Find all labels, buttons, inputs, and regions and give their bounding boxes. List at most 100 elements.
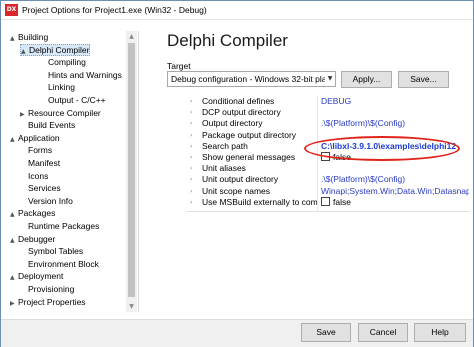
tree-item-label: Provisioning bbox=[28, 284, 75, 294]
property-name: Unit aliases bbox=[202, 163, 246, 174]
property-name: Use MSBuild externally to compile bbox=[202, 196, 318, 207]
tree-item-project-properties[interactable]: ▶ Project Properties bbox=[10, 296, 86, 308]
tree-item-delphi-compiler[interactable]: ▲ Delphi Compiler bbox=[20, 43, 91, 57]
expand-chevron-icon[interactable]: › bbox=[190, 118, 198, 129]
property-value[interactable]: .\$(Platform)\$(Config) bbox=[321, 174, 469, 185]
tree-item-packages[interactable]: ▲ Packages bbox=[10, 207, 55, 219]
property-value[interactable]: Winapi;System.Win;Data.Win;Datasnap bbox=[321, 186, 469, 197]
tree-item-provisioning[interactable]: Provisioning bbox=[20, 283, 74, 295]
tree-item-label: Environment Block bbox=[28, 258, 99, 269]
scroll-thumb[interactable] bbox=[128, 43, 135, 297]
tree-item-output-c-c[interactable]: Output - C/C++ bbox=[40, 94, 106, 106]
tree-item-label: Build Events bbox=[28, 120, 76, 131]
tree-item-label: Deployment bbox=[18, 271, 64, 282]
property-grid-bottom-border bbox=[186, 211, 469, 212]
tree-item-runtime-packages[interactable]: Runtime Packages bbox=[20, 220, 99, 232]
tree-item-hints-and-warnings[interactable]: Hints and Warnings bbox=[40, 69, 122, 81]
expand-chevron-icon[interactable]: › bbox=[190, 163, 198, 174]
property-value-text: false bbox=[333, 196, 351, 207]
expand-chevron-icon[interactable]: › bbox=[190, 152, 198, 163]
options-tree: ▲ Building ▲ Delphi Compiler Compiling Hints … bbox=[2, 31, 138, 312]
expand-chevron-icon[interactable]: › bbox=[190, 130, 198, 141]
property-row[interactable]: › Unit output directory .\$(Platform)\$(Co… bbox=[186, 174, 469, 185]
page-title: Delphi Compiler bbox=[167, 31, 288, 50]
property-value-text: .\$(Platform)\$(Config) bbox=[321, 174, 406, 185]
tree-item-label: Compiling bbox=[48, 57, 86, 68]
tree-divider bbox=[138, 31, 139, 312]
tree-item-label: Project Properties bbox=[18, 296, 86, 307]
property-row[interactable]: › DCP output directory bbox=[186, 107, 469, 118]
chevron-down-icon[interactable]: ▼ bbox=[325, 72, 335, 86]
help-button[interactable]: Help bbox=[414, 323, 466, 342]
expand-chevron-icon[interactable]: › bbox=[190, 174, 198, 185]
tree-item-build-events[interactable]: Build Events bbox=[20, 119, 75, 131]
tree-item-symbol-tables[interactable]: Symbol Tables bbox=[20, 245, 83, 257]
collapse-arrow-icon[interactable]: ▲ bbox=[10, 33, 18, 45]
scroll-up-arrow-icon[interactable]: ▲ bbox=[126, 31, 137, 42]
tree-item-manifest[interactable]: Manifest bbox=[20, 157, 60, 169]
tree-item-label: Hints and Warnings bbox=[48, 69, 122, 80]
tree-item-label: Forms bbox=[28, 145, 53, 156]
delphi-app-icon: DX bbox=[5, 4, 18, 16]
tree-item-label: Linking bbox=[48, 82, 75, 93]
target-select[interactable]: Debug configuration - Windows 32-bit pla… bbox=[167, 71, 336, 87]
tree-item-label: Packages bbox=[18, 208, 56, 219]
property-name: Show general messages bbox=[202, 152, 296, 162]
collapse-arrow-icon[interactable]: ▲ bbox=[10, 272, 18, 284]
tree-item-label: Application bbox=[18, 132, 60, 143]
tree-item-deployment[interactable]: ▲ Deployment bbox=[10, 270, 63, 282]
tree-item-label: Debugger bbox=[18, 233, 56, 244]
expand-arrow-icon[interactable]: ▶ bbox=[10, 298, 18, 310]
collapse-arrow-icon[interactable]: ▲ bbox=[10, 209, 18, 221]
property-row[interactable]: › Conditional defines DEBUG bbox=[186, 96, 469, 107]
tree-scrollbar[interactable]: ▲ ▼ bbox=[126, 31, 137, 312]
apply-button[interactable]: Apply... bbox=[341, 71, 392, 88]
tree-item-label: Output - C/C++ bbox=[48, 95, 106, 105]
tree-item-environment-block[interactable]: Environment Block bbox=[20, 258, 99, 270]
collapse-arrow-icon[interactable]: ▲ bbox=[10, 134, 18, 146]
cancel-button[interactable]: Cancel bbox=[358, 323, 408, 342]
property-row[interactable]: › Output directory .\$(Platform)\$(Config) bbox=[186, 118, 469, 129]
tree-item-label: Resource Compiler bbox=[28, 107, 101, 118]
expand-chevron-icon[interactable]: › bbox=[190, 197, 198, 208]
scroll-down-arrow-icon[interactable]: ▼ bbox=[126, 301, 137, 312]
tree-item-label: Delphi Compiler bbox=[29, 44, 90, 55]
window-title: Project Options for Project1.exe (Win32 … bbox=[22, 5, 207, 15]
tree-item-application[interactable]: ▲ Application bbox=[10, 132, 60, 144]
collapse-arrow-icon[interactable]: ▲ bbox=[21, 47, 29, 57]
tree-item-label: Icons bbox=[28, 170, 49, 181]
tree-item-version-info[interactable]: Version Info bbox=[20, 195, 73, 207]
save-button[interactable]: Save bbox=[301, 323, 351, 342]
property-name: Output directory bbox=[202, 118, 263, 129]
tree-item-label: Services bbox=[28, 183, 61, 194]
tree-item-compiling[interactable]: Compiling bbox=[40, 56, 86, 68]
tree-item-icons[interactable]: Icons bbox=[20, 170, 48, 182]
expand-chevron-icon[interactable]: › bbox=[190, 186, 198, 197]
tree-item-label: Version Info bbox=[28, 195, 73, 206]
tree-item-label: Symbol Tables bbox=[28, 246, 84, 257]
property-checkbox[interactable] bbox=[321, 196, 330, 206]
property-row[interactable]: › Unit aliases bbox=[186, 163, 469, 174]
tree-item-debugger[interactable]: ▲ Debugger bbox=[10, 233, 55, 245]
property-value[interactable]: .\$(Platform)\$(Config) bbox=[321, 118, 469, 129]
expand-chevron-icon[interactable]: › bbox=[190, 96, 198, 107]
property-name: Search path bbox=[202, 140, 248, 151]
tree-item-forms[interactable]: Forms bbox=[20, 144, 52, 156]
target-label: Target bbox=[167, 61, 191, 71]
tree-item-label: Building bbox=[18, 32, 49, 42]
tree-item-linking[interactable]: Linking bbox=[40, 81, 75, 93]
property-value[interactable]: false bbox=[321, 196, 469, 208]
title-bar: DX Project Options for Project1.exe (Win… bbox=[1, 1, 473, 20]
property-value[interactable]: DEBUG bbox=[321, 96, 469, 107]
tree-item-label: Manifest bbox=[28, 158, 61, 168]
tree-item-services[interactable]: Services bbox=[20, 182, 61, 194]
property-name: Conditional defines bbox=[202, 96, 275, 106]
save-config-button[interactable]: Save... bbox=[398, 71, 449, 88]
collapse-arrow-icon[interactable]: ▲ bbox=[10, 235, 18, 247]
expand-chevron-icon[interactable]: › bbox=[190, 107, 198, 118]
property-row[interactable]: › Use MSBuild externally to compile false bbox=[186, 196, 469, 208]
tree-item-resource-compiler[interactable]: ▶ Resource Compiler bbox=[20, 107, 101, 119]
expand-chevron-icon[interactable]: › bbox=[190, 141, 198, 152]
property-row[interactable]: › Unit scope names Winapi;System.Win;Data.… bbox=[186, 186, 469, 197]
tree-item-building[interactable]: ▲ Building bbox=[10, 31, 48, 43]
